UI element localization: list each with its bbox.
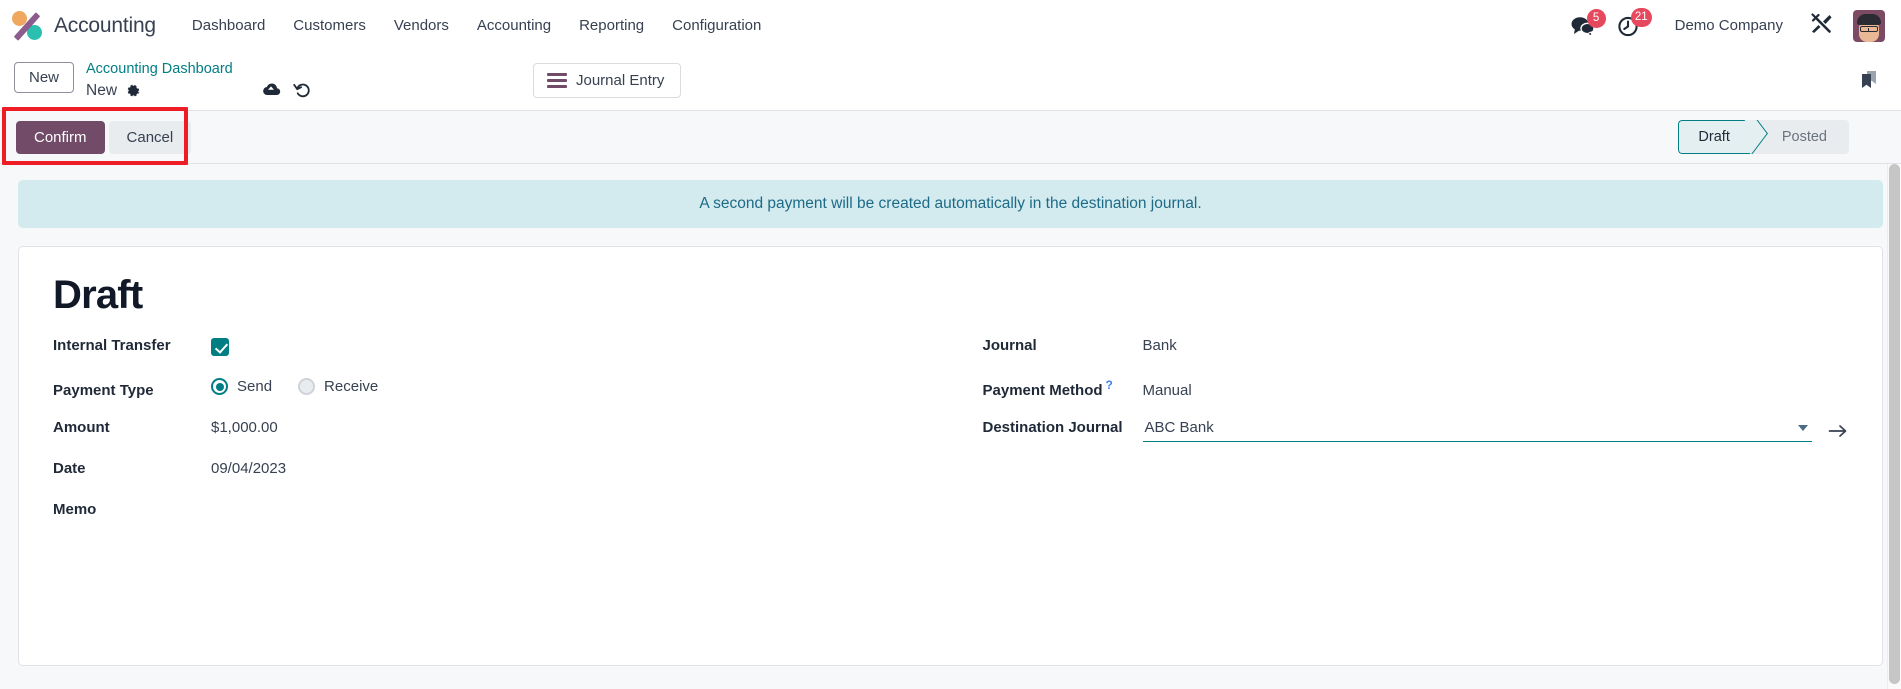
odoo-logo-icon[interactable] bbox=[10, 9, 44, 43]
menu-item-configuration[interactable]: Configuration bbox=[658, 9, 775, 42]
cancel-button[interactable]: Cancel bbox=[108, 120, 192, 154]
debug-tools-button[interactable] bbox=[1797, 5, 1845, 46]
top-navbar: Accounting Dashboard Customers Vendors A… bbox=[0, 0, 1901, 51]
arrow-right-icon[interactable] bbox=[1828, 423, 1848, 439]
field-row-payment-type: Payment Type Send Receive bbox=[53, 378, 951, 419]
breadcrumb-item-accounting-dashboard[interactable]: Accounting Dashboard bbox=[86, 59, 233, 80]
menu-item-accounting[interactable]: Accounting bbox=[463, 9, 565, 42]
label-date: Date bbox=[53, 460, 86, 478]
internal-transfer-checkbox[interactable] bbox=[211, 337, 229, 356]
messages-badge: 5 bbox=[1586, 8, 1606, 28]
main-menu: Dashboard Customers Vendors Accounting R… bbox=[178, 9, 775, 42]
status-step-posted[interactable]: Posted bbox=[1751, 120, 1849, 155]
activities-button[interactable]: 21 bbox=[1607, 7, 1653, 44]
form-content-area: A second payment will be created automat… bbox=[0, 164, 1901, 689]
status-step-draft[interactable]: Draft bbox=[1678, 120, 1752, 155]
activities-badge: 21 bbox=[1630, 7, 1652, 27]
gear-icon[interactable] bbox=[126, 84, 141, 99]
list-lines-icon bbox=[547, 72, 567, 89]
bookmark-icon[interactable] bbox=[1859, 69, 1879, 91]
chevron-down-icon[interactable] bbox=[1798, 424, 1808, 431]
brand-block[interactable]: Accounting bbox=[10, 9, 170, 43]
label-payment-method-text: Payment Method bbox=[982, 382, 1103, 400]
messages-button[interactable]: 5 bbox=[1561, 8, 1607, 43]
radio-dot-send-icon bbox=[211, 378, 228, 396]
discard-undo-icon[interactable] bbox=[293, 81, 312, 99]
form-grid: Internal Transfer Payment Type Send Rece… bbox=[53, 337, 1848, 542]
label-amount: Amount bbox=[53, 419, 110, 437]
field-row-destination-journal: Destination Journal ABC Bank bbox=[983, 419, 1849, 460]
menu-item-customers[interactable]: Customers bbox=[279, 9, 380, 42]
status-bar: Draft Posted bbox=[1678, 120, 1849, 155]
journal-entry-label: Journal Entry bbox=[576, 72, 665, 89]
breadcrumb-current-record: New bbox=[86, 82, 118, 100]
label-memo: Memo bbox=[53, 501, 97, 519]
help-tooltip-icon[interactable]: ? bbox=[1106, 378, 1113, 392]
form-action-buttons: Confirm Cancel bbox=[0, 120, 192, 154]
payment-type-radio-group: Send Receive bbox=[211, 378, 951, 396]
app-name: Accounting bbox=[54, 13, 156, 37]
vertical-scrollbar[interactable] bbox=[1887, 164, 1901, 689]
payment-method-value[interactable]: Manual bbox=[1143, 382, 1849, 399]
control-panel: New Accounting Dashboard New Journal Ent… bbox=[0, 51, 1901, 111]
new-record-button[interactable]: New bbox=[14, 62, 75, 93]
user-avatar[interactable] bbox=[1853, 9, 1885, 42]
confirm-button[interactable]: Confirm bbox=[16, 120, 105, 154]
radio-option-send[interactable]: Send bbox=[211, 378, 273, 396]
label-payment-method: Payment Method? bbox=[983, 378, 1143, 399]
record-action-icons bbox=[261, 57, 312, 99]
field-row-internal-transfer: Internal Transfer bbox=[53, 337, 951, 378]
cloud-upload-icon[interactable] bbox=[261, 82, 281, 98]
breadcrumb: Accounting Dashboard New bbox=[86, 57, 233, 102]
destination-journal-widget: ABC Bank bbox=[1142, 419, 1849, 443]
menu-item-vendors[interactable]: Vendors bbox=[380, 9, 463, 42]
label-destination-journal: Destination Journal bbox=[982, 419, 1123, 437]
info-alert-banner: A second payment will be created automat… bbox=[18, 180, 1883, 229]
radio-dot-receive-icon bbox=[298, 378, 316, 396]
action-status-bar: Confirm Cancel Draft Posted bbox=[0, 107, 1901, 166]
date-value[interactable]: 09/04/2023 bbox=[211, 460, 951, 477]
page-title: Draft bbox=[53, 273, 143, 318]
radio-label-receive: Receive bbox=[324, 378, 379, 396]
journal-entry-smart-button[interactable]: Journal Entry bbox=[533, 63, 682, 98]
scrollbar-thumb[interactable] bbox=[1889, 164, 1900, 685]
radio-option-receive[interactable]: Receive bbox=[298, 378, 379, 396]
journal-value[interactable]: Bank bbox=[1143, 337, 1849, 354]
wrench-screwdriver-icon bbox=[1811, 13, 1832, 33]
radio-label-send: Send bbox=[237, 378, 273, 396]
label-internal-transfer: Internal Transfer bbox=[53, 337, 171, 355]
form-column-right: Journal Bank Payment Method? Manual Dest… bbox=[951, 337, 1849, 542]
destination-journal-input[interactable]: ABC Bank bbox=[1142, 419, 1812, 443]
label-payment-type: Payment Type bbox=[53, 382, 154, 400]
company-switcher[interactable]: Demo Company bbox=[1653, 9, 1797, 42]
field-row-journal: Journal Bank bbox=[983, 337, 1849, 378]
menu-item-dashboard[interactable]: Dashboard bbox=[178, 9, 279, 42]
label-journal: Journal bbox=[982, 337, 1037, 355]
form-column-left: Internal Transfer Payment Type Send Rece… bbox=[53, 337, 951, 542]
destination-journal-value[interactable]: ABC Bank bbox=[1145, 419, 1793, 436]
field-row-memo: Memo bbox=[53, 501, 951, 542]
navbar-right-tools: 5 21 Demo Company bbox=[1561, 5, 1889, 46]
amount-value[interactable]: $1,000.00 bbox=[211, 419, 951, 436]
field-row-amount: Amount $1,000.00 bbox=[53, 419, 951, 460]
menu-item-reporting[interactable]: Reporting bbox=[565, 9, 658, 42]
field-row-payment-method: Payment Method? Manual bbox=[983, 378, 1849, 419]
form-sheet: Draft Internal Transfer Payment Type Sen… bbox=[18, 246, 1883, 667]
field-row-date: Date 09/04/2023 bbox=[53, 460, 951, 501]
